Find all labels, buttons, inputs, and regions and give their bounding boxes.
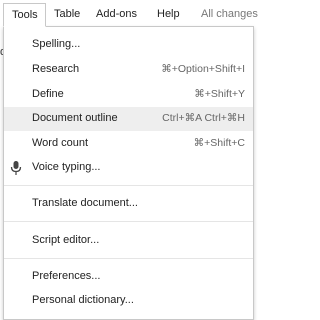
menu-item-label: Voice typing... xyxy=(32,161,101,173)
save-status-link[interactable]: All changes xyxy=(201,8,258,20)
menu-item-shortcut: ⌘+Shift+Y xyxy=(194,88,245,100)
menu-item-personal-dictionary[interactable]: Personal dictionary... xyxy=(4,289,253,313)
menu-item-shortcut: ⌘+Option+Shift+I xyxy=(161,63,245,75)
menu-separator xyxy=(4,258,253,259)
menu-item-research[interactable]: Research ⌘+Option+Shift+I xyxy=(4,58,253,82)
menu-item-preferences[interactable]: Preferences... xyxy=(4,265,253,289)
menu-item-label: Spelling... xyxy=(32,38,81,50)
menu-item-label: Word count xyxy=(32,137,89,149)
menu-add-ons[interactable]: Add-ons xyxy=(96,8,137,20)
menu-item-word-count[interactable]: Word count ⌘+Shift+C xyxy=(4,132,253,156)
menu-item-label: Research xyxy=(32,63,80,75)
menu-item-document-outline[interactable]: Document outline Ctrl+⌘A Ctrl+⌘H xyxy=(4,107,253,131)
menu-help[interactable]: Help xyxy=(157,8,180,20)
menu-item-label: Script editor... xyxy=(32,234,100,246)
menu-tools[interactable]: Tools xyxy=(3,3,46,27)
menu-table[interactable]: Table xyxy=(54,8,80,20)
menu-separator xyxy=(4,221,253,222)
menu-item-label: Preferences... xyxy=(32,270,101,282)
menu-item-shortcut: Ctrl+⌘A Ctrl+⌘H xyxy=(162,112,245,124)
tools-dropdown-menu: Spelling... Research ⌘+Option+Shift+I De… xyxy=(3,26,254,320)
menu-item-label: Personal dictionary... xyxy=(32,294,134,306)
menu-item-translate-document[interactable]: Translate document... xyxy=(4,192,253,216)
menu-item-label: Translate document... xyxy=(32,197,138,209)
menu-item-shortcut: ⌘+Shift+C xyxy=(193,137,245,149)
menu-item-spelling[interactable]: Spelling... xyxy=(4,33,253,57)
menu-item-script-editor[interactable]: Script editor... xyxy=(4,229,253,253)
menu-item-label: Define xyxy=(32,88,64,100)
menu-separator xyxy=(4,185,253,186)
microphone-icon xyxy=(10,160,22,176)
menu-item-label: Document outline xyxy=(32,112,118,124)
menu-item-voice-typing[interactable]: Voice typing... xyxy=(4,156,253,180)
menu-item-define[interactable]: Define ⌘+Shift+Y xyxy=(4,83,253,107)
